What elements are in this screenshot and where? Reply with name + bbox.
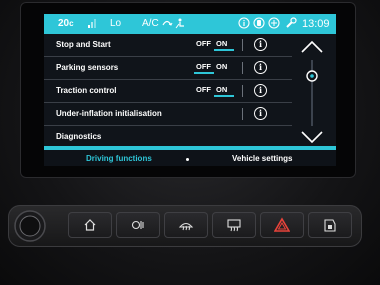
- bottom-tabs: Driving functions Vehicle settings: [44, 146, 336, 166]
- temperature-unit: c: [69, 19, 74, 28]
- toggle-on-option[interactable]: ON: [216, 62, 227, 72]
- status-bar: 20c Lo A/C 13:09: [44, 14, 336, 34]
- scroll-graphic: [301, 40, 323, 144]
- setting-label: Traction control: [56, 86, 117, 95]
- door-lock-button[interactable]: [308, 212, 352, 238]
- toggle-on-option[interactable]: ON: [216, 39, 227, 49]
- scroll-up-icon[interactable]: [301, 40, 323, 53]
- row-divider: [242, 108, 243, 120]
- clock: 13:09: [302, 18, 330, 30]
- row-divider: [242, 85, 243, 97]
- temperature-display[interactable]: 20c: [58, 18, 74, 30]
- settings-row-diagnostics[interactable]: Diagnostics: [44, 126, 292, 148]
- recirculation-icon[interactable]: [161, 17, 173, 33]
- fan-bars-icon: [88, 17, 98, 33]
- rear-defrost-button[interactable]: [164, 212, 208, 238]
- front-defrost-icon: [227, 219, 241, 232]
- network-icon[interactable]: [268, 17, 280, 33]
- volume-knob[interactable]: [12, 210, 52, 242]
- door-lock-icon: [324, 219, 336, 232]
- settings-row-under-inflation[interactable]: Under-inflation initialisation i: [44, 103, 292, 126]
- phone-status-icon[interactable]: [253, 17, 265, 33]
- toggle-off-option[interactable]: OFF: [196, 85, 211, 95]
- temperature-value: 20: [58, 18, 70, 29]
- front-defrost-button[interactable]: [212, 212, 256, 238]
- scroll-thumb-dot: [310, 74, 314, 78]
- row-divider: [242, 39, 243, 51]
- info-icon[interactable]: i: [254, 61, 267, 74]
- parking-sensors-toggle[interactable]: OFF ON: [194, 62, 238, 74]
- page-indicator-dot: [186, 158, 189, 161]
- scroll-control: [292, 34, 336, 146]
- airflow-icon[interactable]: [175, 17, 187, 33]
- settings-row-stop-and-start[interactable]: Stop and Start OFF ON i: [44, 34, 292, 57]
- hazard-button[interactable]: [260, 212, 304, 238]
- info-circle-icon[interactable]: [238, 17, 250, 33]
- info-icon[interactable]: i: [254, 107, 267, 120]
- tab-driving-functions[interactable]: Driving functions: [86, 153, 152, 165]
- stop-start-toggle[interactable]: OFF ON: [194, 39, 238, 51]
- setting-label: Parking sensors: [56, 63, 119, 72]
- info-icon[interactable]: i: [254, 84, 267, 97]
- toggle-on-option[interactable]: ON: [216, 85, 227, 95]
- traction-control-toggle[interactable]: OFF ON: [194, 85, 238, 97]
- toggle-selected-indicator: [194, 72, 214, 74]
- settings-row-traction-control[interactable]: Traction control OFF ON i: [44, 80, 292, 103]
- touchscreen: 20c Lo A/C 13:09 Stop and Start OFF ON i…: [44, 14, 336, 166]
- toggle-off-option[interactable]: OFF: [196, 62, 211, 72]
- setting-label: Diagnostics: [56, 132, 102, 141]
- info-icon[interactable]: i: [254, 38, 267, 51]
- row-divider: [242, 62, 243, 74]
- fan-button[interactable]: [116, 212, 160, 238]
- rear-defrost-icon: [178, 222, 194, 231]
- toggle-selected-indicator: [214, 95, 234, 97]
- toggle-selected-indicator: [214, 49, 234, 51]
- setting-label: Under-inflation initialisation: [56, 109, 162, 118]
- ac-label[interactable]: A/C: [142, 18, 159, 30]
- setting-label: Stop and Start: [56, 40, 111, 49]
- home-icon: [84, 219, 96, 231]
- fan-speed-label[interactable]: Lo: [110, 18, 121, 30]
- home-button[interactable]: [68, 212, 112, 238]
- hazard-icon: [274, 217, 290, 232]
- tab-vehicle-settings[interactable]: Vehicle settings: [232, 153, 292, 165]
- fan-icon: [131, 220, 144, 230]
- scroll-down-icon[interactable]: [301, 131, 323, 144]
- settings-row-parking-sensors[interactable]: Parking sensors OFF ON i: [44, 57, 292, 80]
- wrench-icon[interactable]: [285, 17, 297, 33]
- toggle-off-option[interactable]: OFF: [196, 39, 211, 49]
